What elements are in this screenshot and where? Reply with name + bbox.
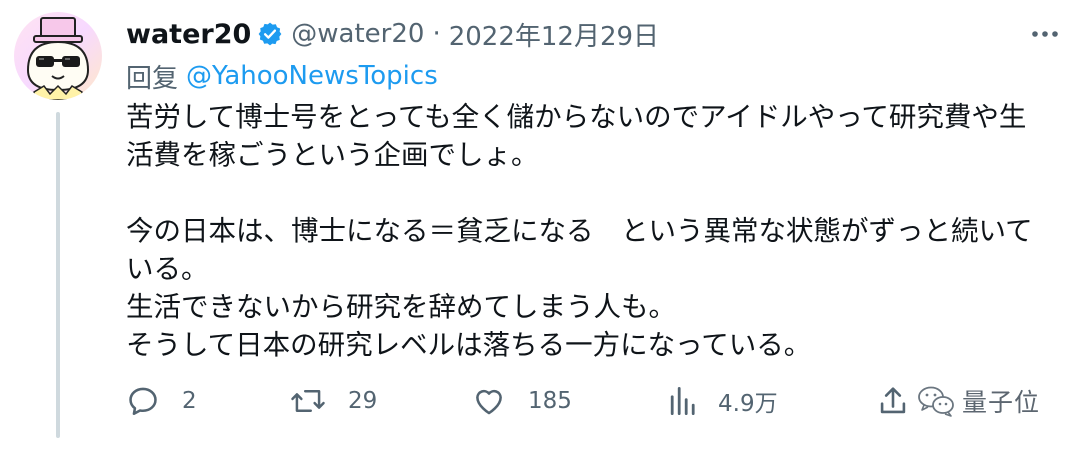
reply-count: 2	[182, 388, 197, 414]
tweet-card[interactable]: water20 @water20 · 2022年12月29日 回复 @Yahoo…	[0, 0, 1080, 450]
retweet-button[interactable]: 29	[290, 380, 377, 422]
share-button[interactable]	[878, 380, 908, 422]
views-icon	[670, 387, 695, 415]
tweet-date[interactable]: 2022年12月29日	[449, 16, 659, 53]
views-button[interactable]: 4.9万	[668, 380, 778, 422]
watermark: 量子位	[916, 380, 1040, 422]
author-name[interactable]: water20	[126, 19, 251, 50]
retweet-icon	[291, 390, 325, 412]
author-handle[interactable]: @water20	[291, 19, 424, 49]
author-avatar[interactable]	[14, 12, 102, 100]
tweet-text-line: そうして日本の研究レベルは落ちる一方になっている。	[126, 329, 812, 361]
tweet-text: 苦労して博士号をとっても全く儲からないのでアイドルやって研究費や生 活費を稼ごう…	[126, 98, 1046, 364]
header-separator: ·	[432, 19, 441, 49]
share-icon	[880, 387, 906, 414]
retweet-count: 29	[348, 388, 378, 414]
tweet-text-line: 苦労して博士号をとっても全く儲からないのでアイドルやって研究費や生	[126, 101, 1027, 133]
tweet-text-line: いる。	[126, 253, 209, 285]
top-hat-sunglasses-face-avatar-icon	[14, 12, 102, 100]
tweet-text-line: 生活できないから研究を辞めてしまう人も。	[126, 291, 676, 323]
like-count: 185	[528, 388, 572, 414]
watermark-text: 量子位	[962, 388, 1041, 417]
tweet-text-line	[126, 174, 1046, 212]
tweet-header: water20 @water20 · 2022年12月29日	[126, 14, 659, 54]
tweet-text-line: 今の日本は、博士になる＝貧乏になる という異常な状態がずっと続いて	[126, 215, 1033, 247]
reply-label: 回复	[126, 63, 179, 94]
verified-badge-icon	[257, 21, 283, 47]
like-button[interactable]: 185	[472, 380, 572, 422]
more-icon[interactable]	[1030, 22, 1060, 46]
reply-mention-link[interactable]: @YahooNewsTopics	[186, 61, 438, 91]
reply-context: 回复 @YahooNewsTopics	[126, 56, 438, 96]
heart-icon	[476, 389, 502, 415]
tweet-text-line: 活費を稼ごうという企画でしょ。	[126, 139, 539, 171]
wechat-icon	[918, 386, 954, 417]
reply-button[interactable]: 2	[126, 380, 197, 422]
views-count: 4.9万	[718, 391, 778, 417]
reply-icon	[129, 387, 157, 416]
